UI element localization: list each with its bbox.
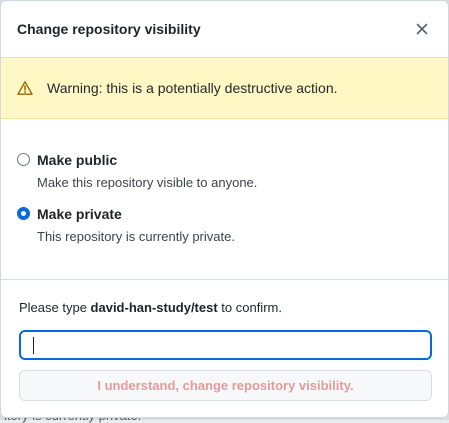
dialog-header: Change repository visibility	[1, 1, 448, 58]
dialog-title: Change repository visibility	[17, 21, 201, 37]
warning-text: Warning: this is a potentially destructi…	[47, 80, 338, 96]
change-visibility-button[interactable]: I understand, change repository visibili…	[19, 370, 432, 401]
option-note: This repository is currently private.	[37, 229, 235, 244]
confirm-prefix: Please type	[19, 300, 91, 315]
warning-banner: Warning: this is a potentially destructi…	[1, 58, 448, 119]
alert-triangle-icon	[17, 80, 33, 96]
repo-name: david-han-study/test	[90, 300, 218, 315]
text-caret	[33, 337, 34, 354]
option-make-public[interactable]: Make public Make this repository visible…	[17, 151, 432, 191]
visibility-dialog: Change repository visibility Warning: th…	[0, 0, 449, 418]
close-button[interactable]	[412, 19, 432, 39]
radio-make-public[interactable]	[17, 153, 30, 166]
option-label: Make private	[37, 206, 122, 222]
option-make-private[interactable]: Make private This repository is currentl…	[17, 205, 432, 245]
x-icon	[416, 23, 428, 35]
confirm-section: Please type david-han-study/test to conf…	[1, 300, 448, 401]
confirm-instructions: Please type david-han-study/test to conf…	[19, 300, 430, 316]
confirm-input[interactable]	[19, 330, 432, 360]
confirm-suffix: to confirm.	[217, 300, 282, 315]
option-label: Make public	[37, 152, 118, 168]
option-note: Make this repository visible to anyone.	[37, 175, 258, 190]
radio-make-private[interactable]	[17, 207, 30, 220]
visibility-options: Make public Make this repository visible…	[1, 119, 448, 280]
